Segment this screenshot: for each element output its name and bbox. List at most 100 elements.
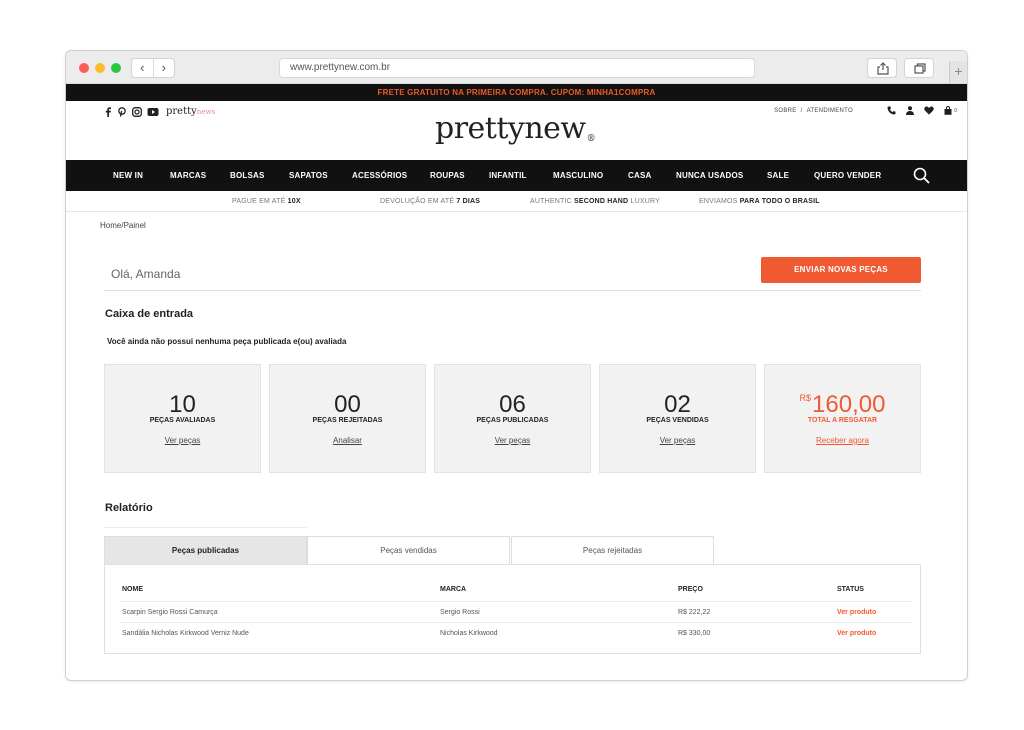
greeting: Olá, Amanda bbox=[111, 267, 181, 281]
top-icons: 0 bbox=[887, 106, 957, 115]
stat-card-published: 06 PEÇAS PUBLICADAS Ver peças bbox=[434, 364, 591, 473]
perk-authentic: AUTHENTIC SECOND HAND LUXURY bbox=[530, 198, 660, 205]
nav-item-bolsas[interactable]: BOLSAS bbox=[230, 160, 265, 191]
send-new-pieces-button[interactable]: ENVIAR NOVAS PEÇAS bbox=[761, 257, 921, 283]
cart-count: 0 bbox=[954, 107, 957, 114]
minimize-window-button[interactable] bbox=[95, 63, 105, 73]
promo-banner: FRETE GRATUITO NA PRIMEIRA COMPRA. CUPOM… bbox=[66, 84, 967, 101]
column-header-brand: MARCA bbox=[440, 586, 467, 593]
top-link-sobre[interactable]: SOBRE bbox=[774, 108, 797, 114]
perk-returns: DEVOLUÇÃO EM ATÉ 7 DIAS bbox=[380, 198, 481, 205]
tabs-button[interactable] bbox=[904, 58, 934, 78]
cell-name: Scarpin Sergio Rossi Camurça bbox=[122, 609, 218, 616]
tab-rejected[interactable]: Peças rejeitadas bbox=[511, 536, 714, 564]
nav-item-infantil[interactable]: INFANTIL bbox=[489, 160, 527, 191]
nav-item-marcas[interactable]: MARCAS bbox=[170, 160, 206, 191]
stat-number: 06 bbox=[499, 391, 526, 418]
nav-item-roupas[interactable]: ROUPAS bbox=[430, 160, 465, 191]
nav-item-acessorios[interactable]: ACESSÓRIOS bbox=[352, 160, 407, 191]
view-product-link[interactable]: Ver produto bbox=[837, 630, 876, 637]
main-nav: NEW IN MARCAS BOLSAS SAPATOS ACESSÓRIOS … bbox=[66, 160, 967, 191]
divider bbox=[104, 527, 307, 528]
stat-link[interactable]: Ver peças bbox=[600, 436, 755, 445]
tab-sold[interactable]: Peças vendidas bbox=[307, 536, 510, 564]
stat-label: PEÇAS PUBLICADAS bbox=[476, 417, 549, 424]
nav-item-nunca-usados[interactable]: NUNCA USADOS bbox=[676, 160, 743, 191]
nav-item-sapatos[interactable]: SAPATOS bbox=[289, 160, 328, 191]
report-table: NOME MARCA PREÇO STATUS Scarpin Sergio R… bbox=[104, 564, 921, 654]
cell-price: R$ 330,00 bbox=[678, 630, 711, 637]
cell-brand: Nicholas Kirkwood bbox=[440, 630, 498, 637]
stat-number: R$160,00 bbox=[765, 391, 920, 419]
instagram-icon[interactable] bbox=[132, 106, 142, 117]
stat-label: PEÇAS REJEITADAS bbox=[312, 417, 383, 424]
social-links: prettynews bbox=[104, 106, 215, 117]
forward-icon[interactable]: › bbox=[154, 59, 175, 77]
nav-item-masculino[interactable]: MASCULINO bbox=[553, 160, 603, 191]
inbox-message: Você ainda não possui nenhuma peça publi… bbox=[107, 337, 347, 346]
top-links: SOBRE / ATENDIMENTO bbox=[772, 108, 855, 114]
divider bbox=[104, 290, 921, 291]
url-bar[interactable]: www.prettynew.com.br bbox=[279, 58, 755, 78]
back-icon[interactable]: ‹ bbox=[132, 59, 154, 77]
share-button[interactable] bbox=[867, 58, 897, 78]
pinterest-icon[interactable] bbox=[117, 106, 127, 117]
share-icon bbox=[877, 62, 889, 75]
breadcrumb[interactable]: Home/Painel bbox=[100, 221, 146, 230]
stat-link[interactable]: Ver peças bbox=[105, 436, 260, 445]
browser-titlebar: ‹ › www.prettynew.com.br + bbox=[66, 51, 967, 84]
nav-item-sale[interactable]: SALE bbox=[767, 160, 789, 191]
logo-mark: ® bbox=[586, 134, 596, 144]
column-header-name: NOME bbox=[122, 586, 143, 593]
table-row: Scarpin Sergio Rossi Camurça Sergio Ross… bbox=[121, 601, 911, 622]
stat-label: PEÇAS VENDIDAS bbox=[646, 417, 709, 424]
user-icon[interactable] bbox=[906, 106, 915, 115]
stat-link[interactable]: Analisar bbox=[270, 436, 425, 445]
stat-label: PEÇAS AVALIADAS bbox=[149, 417, 216, 424]
new-tab-icon[interactable]: + bbox=[949, 61, 967, 83]
nav-item-quero-vender[interactable]: QUERO VENDER bbox=[814, 160, 881, 191]
column-header-status: STATUS bbox=[837, 586, 864, 593]
close-window-button[interactable] bbox=[79, 63, 89, 73]
history-buttons: ‹ › bbox=[131, 58, 175, 78]
tab-published[interactable]: Peças publicadas bbox=[104, 536, 307, 564]
cart-icon[interactable] bbox=[944, 106, 952, 115]
stat-number: 10 bbox=[169, 391, 196, 418]
stat-card-evaluated: 10 PEÇAS AVALIADAS Ver peças bbox=[104, 364, 261, 473]
search-icon[interactable] bbox=[913, 167, 930, 184]
heart-icon[interactable] bbox=[924, 106, 934, 115]
perk-installments: PAGUE EM ATÉ 10X bbox=[232, 198, 301, 205]
perks-bar: PAGUE EM ATÉ 10X DEVOLUÇÃO EM ATÉ 7 DIAS… bbox=[66, 191, 967, 212]
site-logo[interactable]: prettynew® bbox=[435, 111, 596, 146]
stat-link[interactable]: Receber agora bbox=[765, 436, 920, 445]
stat-card-rejected: 00 PEÇAS REJEITADAS Analisar bbox=[269, 364, 426, 473]
view-product-link[interactable]: Ver produto bbox=[837, 609, 876, 616]
logo-text: prettynew bbox=[435, 111, 586, 146]
top-link-separator: / bbox=[800, 108, 803, 114]
phone-icon[interactable] bbox=[887, 106, 896, 115]
table-row: Sandália Nicholas Kirkwood Verniz Nude N… bbox=[121, 622, 911, 643]
stat-label: TOTAL A RESGATAR bbox=[807, 417, 878, 424]
top-link-atendimento[interactable]: ATENDIMENTO bbox=[807, 108, 853, 114]
column-header-price: PREÇO bbox=[678, 586, 703, 593]
report-title: Relatório bbox=[105, 502, 153, 514]
tabs-icon bbox=[914, 63, 926, 74]
cell-name: Sandália Nicholas Kirkwood Verniz Nude bbox=[122, 630, 249, 637]
stat-card-total: R$160,00 TOTAL A RESGATAR Receber agora bbox=[764, 364, 921, 473]
browser-window: ‹ › www.prettynew.com.br + FRETE GRATUIT… bbox=[65, 50, 968, 681]
nav-item-new-in[interactable]: NEW IN bbox=[113, 160, 143, 191]
stat-link[interactable]: Ver peças bbox=[435, 436, 590, 445]
maximize-window-button[interactable] bbox=[111, 63, 121, 73]
cell-brand: Sergio Rossi bbox=[440, 609, 480, 616]
prettynews-mini-logo[interactable]: prettynews bbox=[166, 106, 215, 117]
facebook-icon[interactable] bbox=[104, 106, 112, 117]
nav-item-casa[interactable]: CASA bbox=[628, 160, 651, 191]
cell-price: R$ 222,22 bbox=[678, 609, 711, 616]
stat-card-sold: 02 PEÇAS VENDIDAS Ver peças bbox=[599, 364, 756, 473]
perk-shipping: ENVIAMOS PARA TODO O BRASIL bbox=[699, 198, 820, 205]
stat-number: 02 bbox=[664, 391, 691, 418]
total-amount: 160,00 bbox=[812, 391, 886, 418]
stat-number: 00 bbox=[334, 391, 361, 418]
youtube-icon[interactable] bbox=[147, 107, 159, 117]
inbox-title: Caixa de entrada bbox=[105, 308, 194, 320]
